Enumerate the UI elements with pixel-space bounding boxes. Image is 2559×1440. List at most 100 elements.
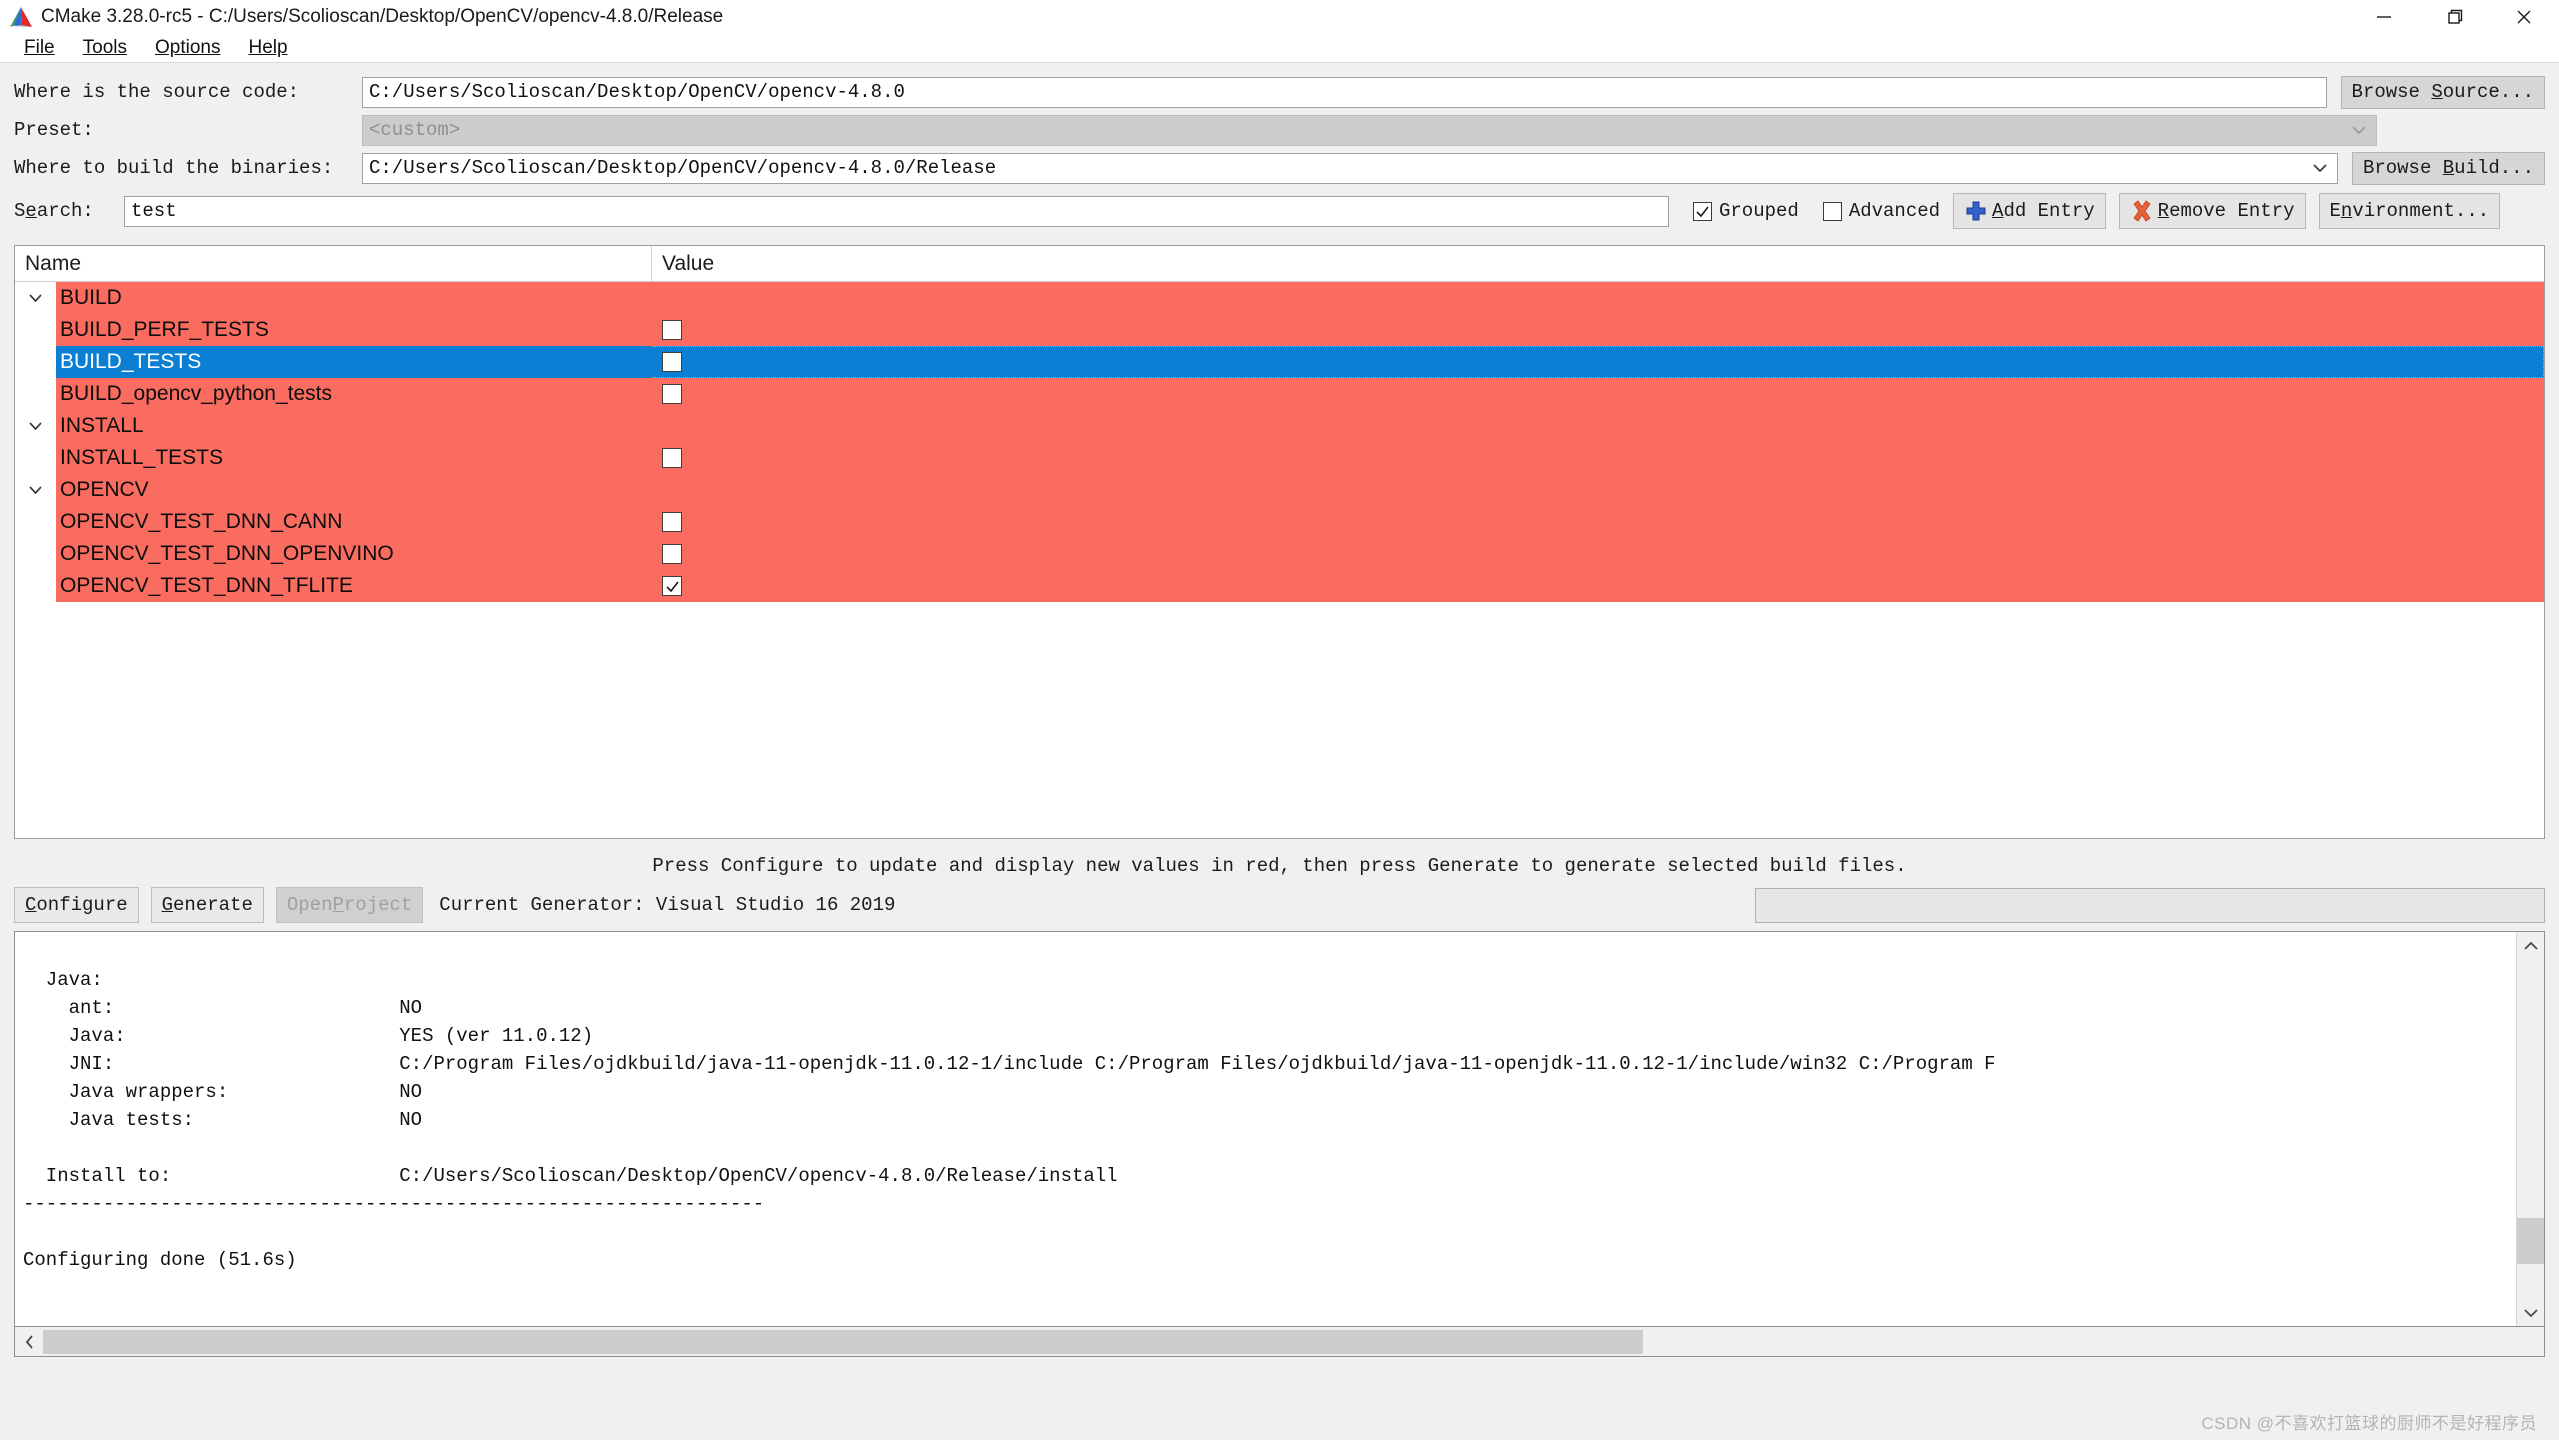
cache-entry-row[interactable]: OPENCV_TEST_DNN_CANN [15, 506, 2544, 538]
chevron-down-icon[interactable] [15, 282, 56, 314]
cache-entry-row[interactable]: BUILD_PERF_TESTS [15, 314, 2544, 346]
log-line: Install to: C:/Users/Scolioscan/Desktop/… [23, 1165, 1118, 1187]
cache-group-row[interactable]: BUILD [15, 282, 2544, 314]
menu-options-label: Options [154, 37, 221, 58]
chevron-down-icon[interactable] [15, 474, 56, 506]
advanced-checkbox[interactable]: Advanced [1822, 200, 1940, 222]
output-horizontal-scrollbar[interactable] [14, 1327, 2545, 1357]
window-title: CMake 3.28.0-rc5 - C:/Users/Scolioscan/D… [41, 6, 724, 27]
generate-button[interactable]: Generate [150, 887, 264, 923]
cache-entry-value[interactable] [652, 346, 2544, 378]
chevron-down-icon[interactable] [2303, 154, 2337, 183]
column-header-value[interactable]: Value [652, 246, 2544, 281]
build-path-value: C:/Users/Scolioscan/Desktop/OpenCV/openc… [369, 157, 997, 179]
cache-entry-checkbox[interactable] [662, 320, 682, 340]
output-log[interactable]: Java: ant: NO Java: YES (ver 11.0.12) JN… [14, 931, 2545, 1327]
log-line: JNI: C:/Program Files/ojdkbuild/java-11-… [23, 1053, 1996, 1075]
preset-row: Preset: <custom> [14, 111, 2545, 149]
horizontal-scroll-thumb[interactable] [43, 1329, 1643, 1354]
scroll-down-icon[interactable] [2517, 1298, 2545, 1326]
preset-label: Preset: [14, 119, 94, 141]
cache-group-filler [156, 474, 2544, 506]
preset-select[interactable]: <custom> [362, 114, 2377, 146]
cache-entry-checkbox[interactable] [662, 544, 682, 564]
cache-entry-value[interactable] [652, 442, 2544, 474]
menu-file-label: File [24, 37, 55, 58]
cache-entry-value[interactable] [652, 538, 2544, 570]
cache-entry-name: BUILD_opencv_python_tests [56, 378, 652, 410]
cache-entry-value[interactable] [652, 570, 2544, 602]
output-vertical-scrollbar[interactable] [2516, 932, 2544, 1326]
menu-help[interactable]: Help [234, 37, 301, 59]
configure-button[interactable]: Configure [14, 887, 139, 923]
environment-button[interactable]: Environment... [2318, 193, 2501, 229]
status-hint: Press Configure to update and display ne… [652, 855, 1907, 877]
browse-build-button[interactable]: Browse Build... [2351, 151, 2545, 185]
close-icon[interactable] [2489, 0, 2559, 34]
cache-entry-row[interactable]: INSTALL_TESTS [15, 442, 2544, 474]
minimize-icon[interactable] [2349, 0, 2419, 34]
cache-entry-checkbox[interactable] [662, 448, 682, 468]
chevron-down-icon[interactable] [15, 410, 56, 442]
remove-entry-button[interactable]: Remove Entry [2118, 193, 2306, 229]
tree-indent [15, 570, 56, 602]
cache-entry-value[interactable] [652, 506, 2544, 538]
vertical-scroll-thumb[interactable] [2516, 1218, 2544, 1264]
search-label: Search: [14, 200, 94, 222]
cache-group-row[interactable]: INSTALL [15, 410, 2544, 442]
chevron-down-icon [2342, 116, 2376, 145]
cache-table-body[interactable]: BUILD BUILD_PERF_TESTS BUILD_TESTS BUILD_op… [15, 282, 2544, 838]
add-entry-button[interactable]: Add Entry [1953, 193, 2106, 229]
cache-table-header: Name Value [15, 246, 2544, 282]
search-input[interactable]: test [124, 195, 1669, 227]
cache-entry-checkbox[interactable] [662, 512, 682, 532]
cache-entries-table[interactable]: Name Value BUILD BUILD_PERF_TESTS BUILD_TE… [14, 245, 2545, 839]
column-header-name[interactable]: Name [15, 246, 652, 281]
grouped-checkbox[interactable]: Grouped [1693, 200, 1799, 222]
menu-file[interactable]: File [10, 37, 69, 59]
taskbar-strip [0, 1432, 2559, 1440]
build-path-combo[interactable]: C:/Users/Scolioscan/Desktop/OpenCV/openc… [362, 152, 2338, 184]
log-line: Java: YES (ver 11.0.12) [23, 1025, 594, 1047]
browse-source-button[interactable]: Browse Source... [2340, 75, 2545, 109]
tree-indent [15, 314, 56, 346]
cache-entry-row[interactable]: OPENCV_TEST_DNN_OPENVINO [15, 538, 2544, 570]
advanced-checkbox-box[interactable] [1822, 201, 1842, 221]
tree-indent [15, 506, 56, 538]
cache-entry-checkbox[interactable] [662, 352, 682, 372]
cache-entry-row[interactable]: OPENCV_TEST_DNN_TFLITE [15, 570, 2544, 602]
tree-indent [15, 442, 56, 474]
menu-options[interactable]: Options [141, 37, 234, 59]
cache-entry-name: BUILD_PERF_TESTS [56, 314, 652, 346]
cache-entry-row[interactable]: BUILD_TESTS [15, 346, 2544, 378]
scroll-up-icon[interactable] [2517, 932, 2545, 960]
cache-group-label: INSTALL [56, 410, 152, 442]
environment-label: Environment... [2329, 200, 2490, 222]
cache-entry-value[interactable] [652, 314, 2544, 346]
watermark-text: CSDN @不喜欢打篮球的厨师不是好程序员 [2201, 1414, 2537, 1433]
restore-icon[interactable] [2419, 0, 2489, 34]
cache-entry-checkbox[interactable] [662, 576, 682, 596]
open-project-button: Open Project [275, 887, 424, 923]
cache-entry-name: INSTALL_TESTS [56, 442, 652, 474]
log-line: Configuring done (51.6s) [23, 1249, 297, 1271]
progress-bar [1755, 887, 2545, 923]
path-form: Where is the source code: C:/Users/Scoli… [0, 63, 2559, 237]
vertical-scroll-track[interactable] [2516, 960, 2544, 1298]
scroll-left-icon[interactable] [15, 1328, 43, 1356]
menu-tools[interactable]: Tools [69, 37, 141, 59]
source-path-input[interactable]: C:/Users/Scolioscan/Desktop/OpenCV/openc… [362, 76, 2327, 108]
grouped-label: Grouped [1719, 200, 1799, 222]
cmake-triangle-icon [8, 4, 34, 30]
cache-entry-name: OPENCV_TEST_DNN_TFLITE [56, 570, 652, 602]
cache-entry-row[interactable]: BUILD_opencv_python_tests [15, 378, 2544, 410]
cache-group-row[interactable]: OPENCV [15, 474, 2544, 506]
cache-group-label: OPENCV [56, 474, 157, 506]
cache-entry-value[interactable] [652, 378, 2544, 410]
current-generator-label: Current Generator: Visual Studio 16 2019 [439, 894, 896, 916]
cache-entry-checkbox[interactable] [662, 384, 682, 404]
cache-group-filler [151, 410, 2544, 442]
grouped-checkbox-box[interactable] [1693, 201, 1712, 221]
